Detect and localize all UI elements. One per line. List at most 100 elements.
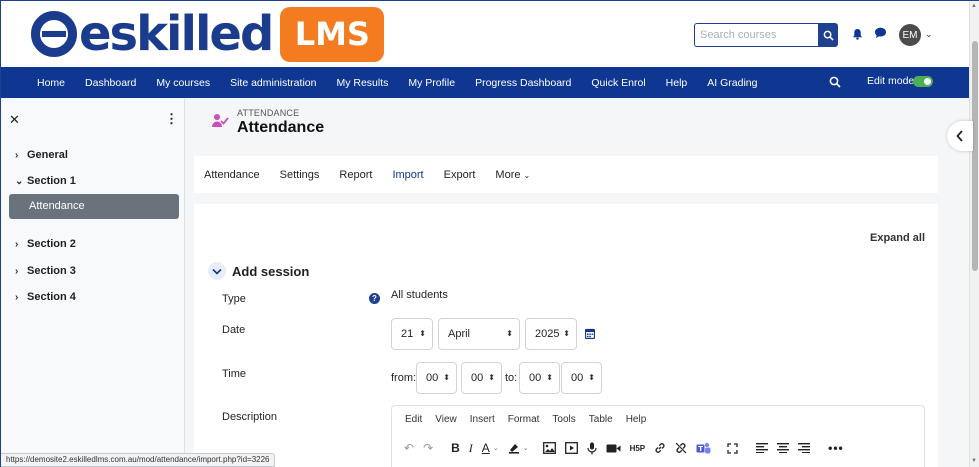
to-minute-select[interactable]: 00 ⬍ — [561, 362, 602, 394]
video-camera-icon[interactable] — [606, 440, 621, 456]
chevron-down-icon[interactable]: ⌄ — [523, 440, 529, 456]
sidebar-section-4[interactable]: › Section 4 — [15, 291, 76, 303]
unlink-icon[interactable] — [675, 440, 687, 456]
sidebar-section-label: General — [27, 149, 68, 161]
sidebar-section-2[interactable]: › Section 2 — [15, 238, 76, 250]
align-center-icon[interactable] — [777, 440, 790, 456]
scroll-up-arrow-icon[interactable]: ▲ — [971, 3, 977, 9]
nav-my-results[interactable]: My Results — [326, 77, 398, 89]
nav-my-profile[interactable]: My Profile — [398, 77, 465, 89]
date-month-select[interactable]: April ⬍ — [438, 318, 520, 350]
description-rich-text-editor: Edit View Insert Format Tools Table Help… — [391, 405, 925, 467]
tab-export[interactable]: Export — [444, 169, 476, 181]
link-icon[interactable] — [654, 440, 666, 456]
up-down-caret-icon: ⬍ — [506, 329, 513, 338]
add-session-form-card: Expand all Add session Type ? All studen… — [194, 204, 938, 467]
activity-type-label: ATTENDANCE — [237, 108, 300, 118]
open-block-drawer-button[interactable] — [947, 121, 973, 151]
nav-my-courses[interactable]: My courses — [146, 77, 220, 89]
image-icon[interactable] — [542, 440, 556, 456]
up-down-caret-icon: ⬍ — [546, 373, 553, 382]
up-down-caret-icon: ⬍ — [563, 329, 570, 338]
align-right-icon[interactable] — [798, 440, 811, 456]
tab-more[interactable]: More ⌄ — [495, 169, 530, 181]
calendar-icon[interactable] — [585, 328, 595, 339]
from-minute-select[interactable]: 00 ⬍ — [461, 362, 502, 394]
site-logo[interactable]: eskilled LMS — [31, 5, 385, 63]
tab-settings[interactable]: Settings — [280, 169, 320, 181]
nav-progress-dashboard[interactable]: Progress Dashboard — [465, 77, 581, 89]
chevron-down-icon[interactable]: ⌄ — [925, 29, 933, 40]
scroll-down-arrow-icon[interactable]: ▼ — [971, 458, 977, 464]
nav-home[interactable]: Home — [27, 77, 75, 89]
tab-import[interactable]: Import — [392, 169, 423, 181]
to-hour-select[interactable]: 00 ⬍ — [519, 362, 560, 394]
nav-dashboard[interactable]: Dashboard — [75, 77, 146, 89]
nav-quick-enrol[interactable]: Quick Enrol — [581, 77, 655, 89]
chevron-down-icon[interactable]: ⌄ — [493, 440, 499, 456]
collapse-chevron-icon — [208, 262, 226, 280]
chevron-right-icon: › — [15, 238, 19, 250]
description-label: Description — [222, 411, 278, 423]
edit-mode-label: Edit mode — [867, 75, 915, 87]
sidebar-section-3[interactable]: › Section 3 — [15, 265, 76, 277]
tab-attendance[interactable]: Attendance — [204, 169, 260, 181]
from-hour-value: 00 — [426, 372, 439, 384]
more-options-vertical-icon[interactable]: ⋮ — [165, 111, 178, 127]
scrollbar-thumb[interactable] — [972, 41, 978, 271]
page-scrollbar[interactable]: ▲ ▼ — [969, 1, 979, 467]
undo-icon[interactable]: ↶ — [404, 440, 414, 456]
redo-icon[interactable]: ↷ — [423, 440, 433, 456]
up-down-caret-icon: ⬍ — [488, 373, 495, 382]
date-year-select[interactable]: 2025 ⬍ — [525, 318, 577, 350]
sidebar-section-general[interactable]: › General — [15, 149, 68, 161]
microsoft-teams-icon[interactable]: T — [696, 440, 711, 456]
nav-ai-grading[interactable]: AI Grading — [697, 77, 767, 89]
editor-menu-tools[interactable]: Tools — [552, 414, 575, 425]
bold-icon[interactable]: B — [451, 440, 460, 456]
fullscreen-icon[interactable] — [727, 440, 738, 456]
search-input[interactable] — [694, 23, 818, 47]
chevron-down-icon: ⌄ — [523, 170, 531, 180]
notification-bell-icon[interactable] — [852, 28, 863, 40]
browser-status-url: https://demosite2.eskilledlms.com.au/mod… — [1, 453, 276, 467]
date-day-value: 21 — [401, 328, 414, 340]
editor-menu-format[interactable]: Format — [508, 414, 540, 425]
align-left-icon[interactable] — [756, 440, 769, 456]
close-icon[interactable]: ✕ — [9, 112, 20, 128]
tab-report[interactable]: Report — [339, 169, 372, 181]
chevron-right-icon: › — [15, 291, 19, 303]
messages-chat-icon[interactable] — [874, 27, 887, 39]
search-button[interactable] — [818, 23, 838, 47]
media-play-icon[interactable] — [564, 440, 578, 456]
nav-site-administration[interactable]: Site administration — [220, 77, 326, 89]
editor-toolbar: ↶ ↷ B I A ⌄ ⌄ H5P T ••• — [404, 440, 853, 456]
editor-menu-edit[interactable]: Edit — [405, 414, 422, 425]
highlight-color-icon[interactable] — [508, 440, 520, 456]
text-color-icon[interactable]: A — [482, 440, 490, 456]
h5p-icon[interactable]: H5P — [630, 440, 646, 456]
time-from-label: from: — [391, 372, 417, 384]
search-icon[interactable] — [829, 76, 841, 88]
italic-icon[interactable]: I — [469, 440, 473, 456]
edit-mode-toggle[interactable] — [913, 76, 933, 87]
sidebar-item-attendance[interactable]: Attendance — [9, 194, 179, 219]
user-avatar[interactable]: EM — [899, 24, 921, 46]
editor-menu-view[interactable]: View — [435, 414, 457, 425]
date-day-select[interactable]: 21 ⬍ — [391, 318, 433, 350]
help-question-icon[interactable]: ? — [369, 293, 380, 304]
from-hour-select[interactable]: 00 ⬍ — [416, 362, 457, 394]
logo-e-mark — [31, 11, 77, 57]
time-to-label: to: — [505, 372, 518, 384]
sidebar-section-1[interactable]: ⌄ Section 1 — [15, 175, 76, 187]
date-label: Date — [222, 324, 246, 336]
expand-all-link[interactable]: Expand all — [870, 232, 925, 244]
add-session-section-header[interactable]: Add session — [208, 262, 309, 280]
editor-menu-help[interactable]: Help — [626, 414, 647, 425]
nav-help[interactable]: Help — [656, 77, 698, 89]
microphone-icon[interactable] — [586, 440, 597, 456]
editor-menu-table[interactable]: Table — [589, 414, 613, 425]
more-toolbar-icon[interactable]: ••• — [828, 440, 844, 456]
chevron-right-icon: › — [15, 149, 19, 161]
editor-menu-insert[interactable]: Insert — [470, 414, 495, 425]
